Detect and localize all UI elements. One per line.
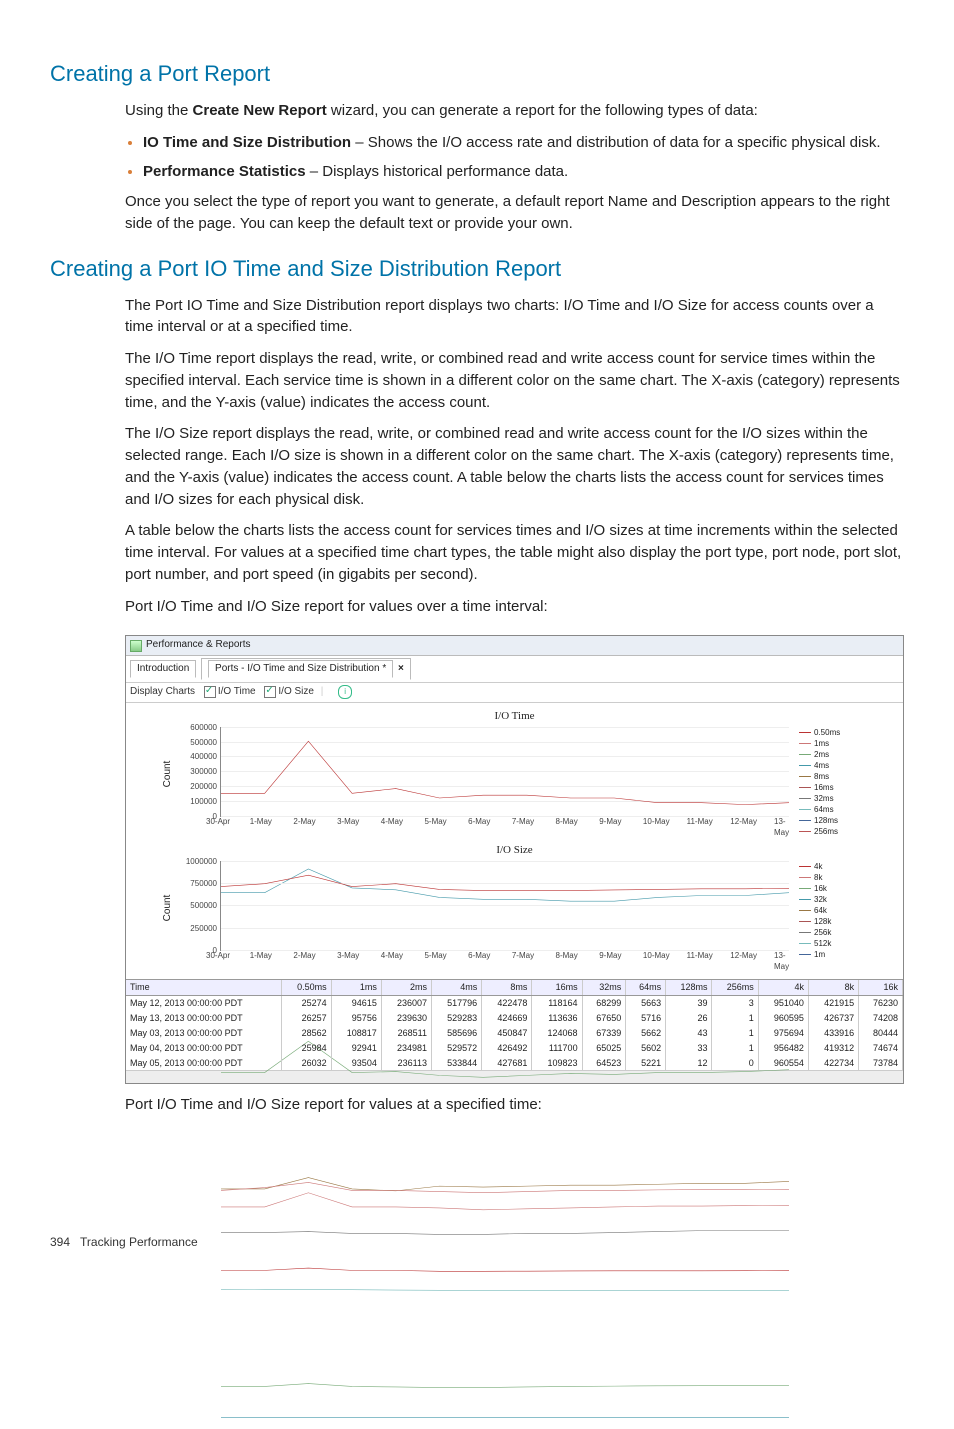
data-table: Time0.50ms1ms2ms4ms8ms16ms32ms64ms128ms2…	[126, 980, 903, 1070]
section-heading-2: Creating a Port IO Time and Size Distrib…	[50, 253, 904, 285]
tab-strip: Introduction Ports - I/O Time and Size D…	[126, 656, 903, 684]
tab-ports-io[interactable]: Ports - I/O Time and Size Distribution *…	[201, 658, 411, 681]
info-icon[interactable]: i	[338, 685, 352, 699]
screenshot-figure: Performance & Reports Introduction Ports…	[125, 635, 904, 1084]
close-icon[interactable]: ×	[398, 663, 404, 674]
section-heading-1: Creating a Port Report	[50, 58, 904, 90]
paragraph: The Port IO Time and Size Distribution r…	[125, 295, 904, 339]
list-item: IO Time and Size Distribution – Shows th…	[143, 132, 904, 154]
table-row[interactable]: May 04, 2013 00:00:00 PDT259849294123498…	[126, 1041, 903, 1056]
list-item: Performance Statistics – Displays histor…	[143, 161, 904, 183]
table-row[interactable]: May 03, 2013 00:00:00 PDT285621088172685…	[126, 1026, 903, 1041]
page-footer: 394 Tracking Performance	[50, 1234, 198, 1251]
table-row[interactable]: May 05, 2013 00:00:00 PDT260329350423611…	[126, 1056, 903, 1070]
table-row[interactable]: May 13, 2013 00:00:00 PDT262579575623963…	[126, 1011, 903, 1026]
io-size-chart: I/O Size0250000500000750000100000030-Apr…	[130, 843, 899, 973]
chart-window-icon	[130, 640, 142, 652]
paragraph: The I/O Size report displays the read, w…	[125, 423, 904, 510]
checkbox-io-time[interactable]	[204, 686, 216, 698]
tab-introduction[interactable]: Introduction	[130, 660, 196, 679]
io-time-chart: I/O Time01000002000003000004000005000006…	[130, 709, 899, 839]
window-titlebar: Performance & Reports	[126, 636, 903, 656]
paragraph: A table below the charts lists the acces…	[125, 520, 904, 585]
chart-toolbar: Display Charts I/O Time I/O Size | i	[126, 683, 903, 703]
table-row[interactable]: May 12, 2013 00:00:00 PDT252749461523600…	[126, 995, 903, 1011]
data-table-wrap: Time0.50ms1ms2ms4ms8ms16ms32ms64ms128ms2…	[126, 979, 903, 1070]
paragraph: The I/O Time report displays the read, w…	[125, 348, 904, 413]
intro-paragraph: Using the Create New Report wizard, you …	[125, 100, 904, 122]
paragraph: Port I/O Time and I/O Size report for va…	[125, 596, 904, 618]
paragraph: Once you select the type of report you w…	[125, 191, 904, 235]
checkbox-io-size[interactable]	[264, 686, 276, 698]
